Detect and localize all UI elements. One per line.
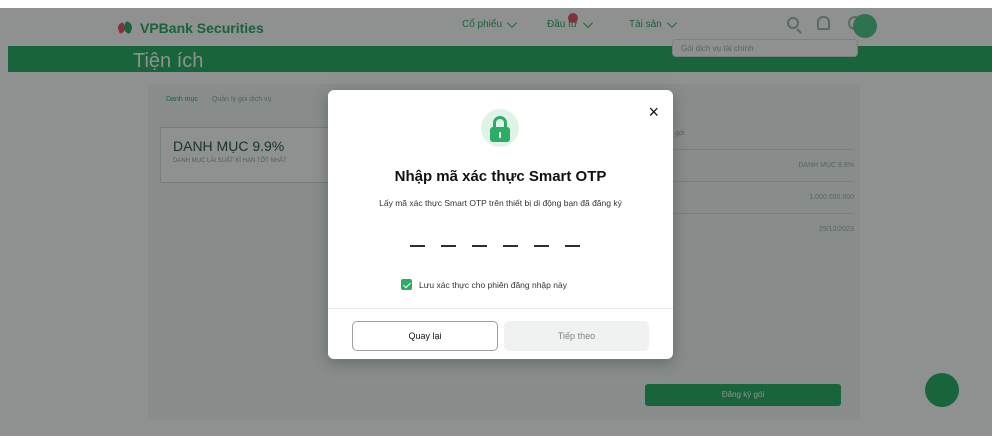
next-button[interactable]: Tiếp theo (504, 321, 649, 351)
remember-session-option[interactable]: Lưu xác thực cho phiên đăng nhập này (401, 279, 567, 290)
modal-subtitle: Lấy mã xác thực Smart OTP trên thiết bị … (379, 198, 622, 208)
otp-input-group[interactable] (410, 236, 580, 256)
otp-digit-5[interactable] (534, 245, 549, 247)
otp-digit-6[interactable] (565, 245, 580, 247)
remember-checkbox[interactable] (401, 279, 412, 290)
lock-keyhole (499, 132, 501, 138)
otp-digit-1[interactable] (410, 245, 425, 247)
modal-divider (328, 308, 673, 309)
page: VPBank Securities Cổ phiếu Đầu tư Tài sả… (0, 0, 992, 436)
smart-otp-dialog: × Nhập mã xác thực Smart OTP Lấy mã xác … (328, 90, 673, 359)
remember-label: Lưu xác thực cho phiên đăng nhập này (419, 279, 567, 290)
back-button[interactable]: Quay lại (352, 321, 498, 351)
otp-digit-3[interactable] (472, 245, 487, 247)
otp-digit-2[interactable] (441, 245, 456, 247)
modal-title: Nhập mã xác thực Smart OTP (394, 168, 607, 185)
close-icon[interactable]: × (648, 103, 659, 121)
lock-icon (481, 109, 519, 147)
otp-digit-4[interactable] (503, 245, 518, 247)
